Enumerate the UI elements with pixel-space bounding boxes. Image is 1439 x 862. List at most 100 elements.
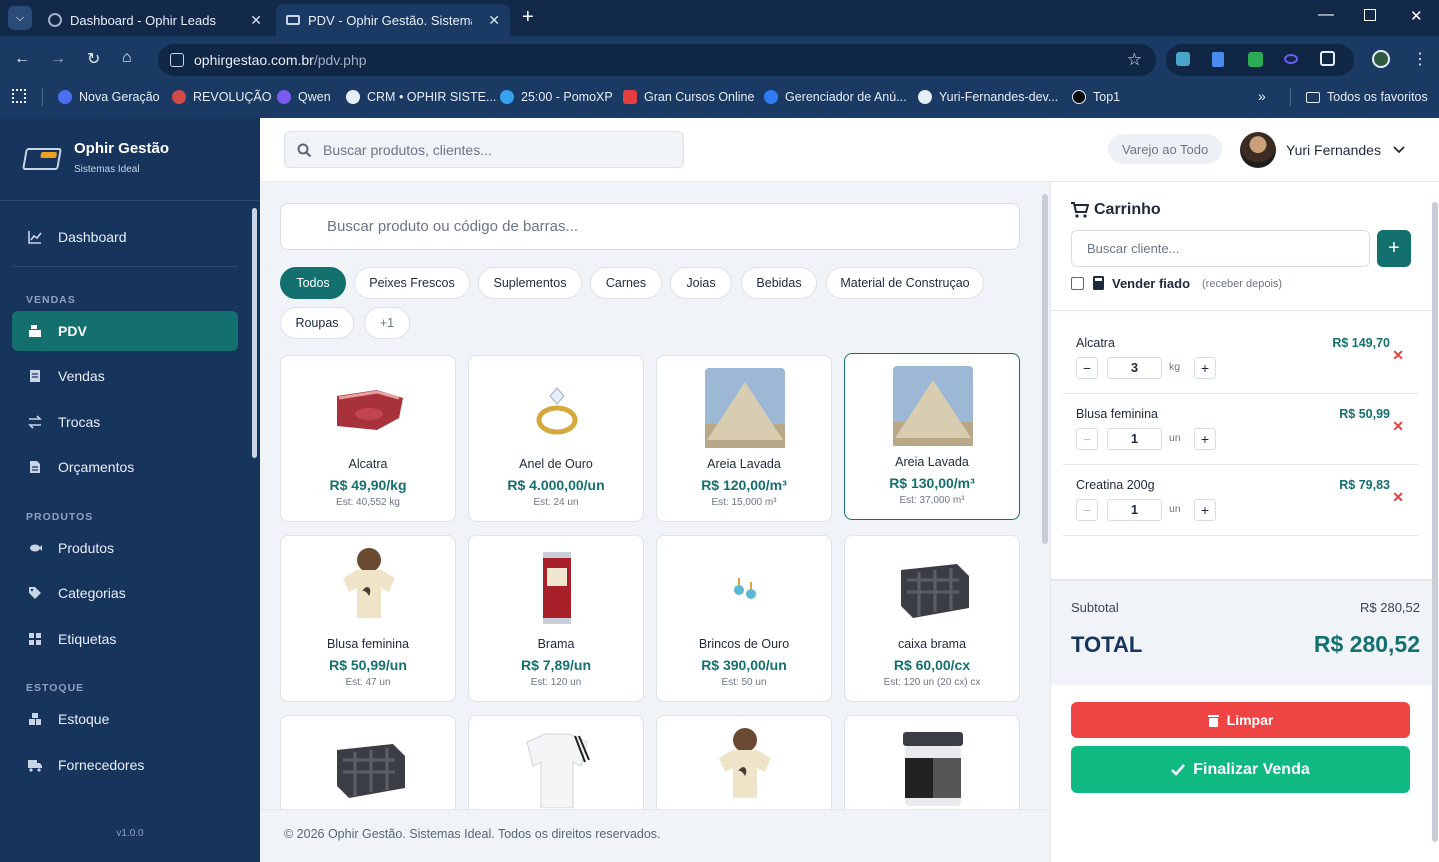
logo-accent <box>40 152 58 158</box>
product-card[interactable]: Anel de Ouro R$ 4.000,00/un Est: 24 un <box>468 355 644 522</box>
cart-scrollbar[interactable] <box>1432 202 1438 842</box>
nav-estoque[interactable]: Estoque <box>12 699 238 739</box>
back-icon[interactable]: ← <box>14 50 30 68</box>
category-roupas[interactable]: Roupas <box>280 307 354 339</box>
profile-icon[interactable] <box>1372 50 1390 68</box>
restore-icon[interactable] <box>1364 9 1376 21</box>
nav-fornecedores[interactable]: Fornecedores <box>12 745 238 785</box>
subtotal-label: Subtotal <box>1071 600 1119 615</box>
bookmark-label: Yuri-Fernandes-dev... <box>939 90 1059 104</box>
remove-item-icon[interactable]: ✕ <box>1392 418 1404 435</box>
product-card[interactable]: Areia Lavada R$ 130,00/m³ Est: 37,000 m³ <box>844 353 1020 520</box>
address-bar[interactable]: ophirgestao.com.br/pdv.php ☆ <box>158 44 1156 76</box>
bookmark[interactable]: Gran Cursos Online <box>623 88 754 106</box>
decrease-qty-button[interactable]: − <box>1076 357 1098 379</box>
remove-item-icon[interactable]: ✕ <box>1392 347 1404 364</box>
star-icon[interactable]: ☆ <box>1127 50 1142 70</box>
decrease-qty-button[interactable]: − <box>1076 428 1098 450</box>
category-joias[interactable]: Joias <box>670 267 732 299</box>
tab-pdv[interactable]: PDV - Ophir Gestão. Sistemas Ideal ✕ <box>276 4 510 36</box>
category-peixes-frescos[interactable]: Peixes Frescos <box>354 267 470 299</box>
finish-sale-button[interactable]: Finalizar Venda <box>1071 746 1410 793</box>
totals-box: Subtotal R$ 280,52 TOTAL R$ 280,52 <box>1051 579 1439 685</box>
decrease-qty-button[interactable]: − <box>1076 499 1098 521</box>
extension-icon[interactable] <box>1284 54 1298 64</box>
client-search-input[interactable]: Buscar cliente... <box>1071 230 1370 267</box>
qty-input[interactable]: 1 <box>1107 499 1162 521</box>
product-card[interactable] <box>468 715 644 809</box>
nav-etiquetas[interactable]: Etiquetas <box>12 619 238 659</box>
fiado-checkbox[interactable] <box>1071 277 1084 290</box>
product-card[interactable]: Alcatra R$ 49,90/kg Est: 40,552 kg <box>280 355 456 522</box>
bookmark[interactable]: Top1 <box>1072 88 1120 106</box>
product-card[interactable] <box>656 715 832 809</box>
apps-icon[interactable] <box>12 89 26 103</box>
qty-input[interactable]: 3 <box>1107 357 1162 379</box>
store-selector[interactable]: Varejo ao Todo <box>1108 134 1223 164</box>
close-window-icon[interactable]: ✕ <box>1410 7 1423 25</box>
product-card[interactable]: Brincos de Ouro R$ 390,00/un Est: 50 un <box>656 535 832 702</box>
product-card[interactable]: caixa brama R$ 60,00/cx Est: 120 un (20 … <box>844 535 1020 702</box>
nav-vendas[interactable]: Vendas <box>12 356 238 396</box>
total-label: TOTAL <box>1071 632 1143 657</box>
category-todos[interactable]: Todos <box>280 267 346 299</box>
close-tab-icon[interactable]: ✕ <box>250 12 262 29</box>
product-search-input[interactable]: Buscar produto ou código de barras... <box>280 203 1020 250</box>
nav-label: Orçamentos <box>58 459 135 475</box>
nav-trocas[interactable]: Trocas <box>12 402 238 442</box>
nav-categorias[interactable]: Categorias <box>12 573 238 613</box>
bookmark[interactable]: CRM • OPHIR SISTE... <box>346 88 496 106</box>
product-card[interactable]: Brama R$ 7,89/un Est: 120 un <box>468 535 644 702</box>
bookmark[interactable]: Gerenciador de Anú... <box>764 88 907 106</box>
product-grid-scrollbar[interactable] <box>1042 194 1048 544</box>
remove-item-icon[interactable]: ✕ <box>1392 489 1404 506</box>
bookmark[interactable]: REVOLUÇÃO <box>172 88 272 106</box>
bookmark[interactable]: 25:00 - PomoXP <box>500 88 613 106</box>
increase-qty-button[interactable]: + <box>1194 428 1216 450</box>
product-card[interactable] <box>844 715 1020 809</box>
more-bookmarks-icon[interactable]: » <box>1258 88 1266 104</box>
nav-produtos[interactable]: Produtos <box>12 528 238 568</box>
tab-search-button[interactable]: ⌵ <box>8 6 32 30</box>
forward-icon[interactable]: → <box>50 50 66 68</box>
sidebar-scrollbar[interactable] <box>252 208 257 458</box>
category-carnes[interactable]: Carnes <box>590 267 662 299</box>
increase-qty-button[interactable]: + <box>1194 499 1216 521</box>
user-menu[interactable]: Yuri Fernandes <box>1240 132 1405 168</box>
tab-title: Dashboard - Ophir Leads <box>70 12 216 28</box>
minimize-icon[interactable]: — <box>1318 6 1334 24</box>
global-search-input[interactable]: Buscar produtos, clientes... <box>284 131 684 168</box>
nav-dashboard[interactable]: Dashboard <box>12 217 238 257</box>
category-bebidas[interactable]: Bebidas <box>741 267 817 299</box>
total-value: R$ 280,52 <box>1313 631 1420 657</box>
extension-icon[interactable] <box>1212 52 1224 67</box>
new-tab-icon[interactable]: + <box>522 6 534 29</box>
tab-dashboard[interactable]: Dashboard - Ophir Leads ✕ <box>38 4 272 36</box>
extension-icon[interactable] <box>1176 52 1190 66</box>
category-material-construcao[interactable]: Material de Construçao <box>826 267 984 299</box>
product-card[interactable]: Blusa feminina R$ 50,99/un Est: 47 un <box>280 535 456 702</box>
bookmark[interactable]: Qwen <box>277 88 331 106</box>
close-tab-icon[interactable]: ✕ <box>488 12 500 29</box>
product-card[interactable] <box>280 715 456 809</box>
reload-icon[interactable]: ↻ <box>87 49 100 69</box>
increase-qty-button[interactable]: + <box>1194 357 1216 379</box>
site-info-icon[interactable] <box>170 53 184 67</box>
fiado-label[interactable]: Vender fiado <box>1112 276 1190 291</box>
add-client-button[interactable]: + <box>1377 230 1411 267</box>
nav-pdv[interactable]: PDV <box>12 311 238 351</box>
nav-orcamentos[interactable]: Orçamentos <box>12 447 238 487</box>
product-name: Brama <box>537 637 575 651</box>
extension-icon[interactable] <box>1248 52 1263 67</box>
bookmark[interactable]: Nova Geração <box>58 88 160 106</box>
all-bookmarks[interactable]: Todos os favoritos <box>1306 88 1428 106</box>
product-card[interactable]: Areia Lavada R$ 120,00/m³ Est: 15,000 m³ <box>656 355 832 522</box>
puzzle-icon[interactable] <box>1320 51 1335 66</box>
category-suplementos[interactable]: Suplementos <box>478 267 582 299</box>
qty-input[interactable]: 1 <box>1107 428 1162 450</box>
bookmark[interactable]: Yuri-Fernandes-dev... <box>918 88 1058 106</box>
home-icon[interactable]: ⌂ <box>122 49 132 67</box>
menu-icon[interactable]: ⋮ <box>1412 49 1428 69</box>
category-more[interactable]: +1 <box>364 307 410 339</box>
clear-button[interactable]: Limpar <box>1071 702 1410 738</box>
